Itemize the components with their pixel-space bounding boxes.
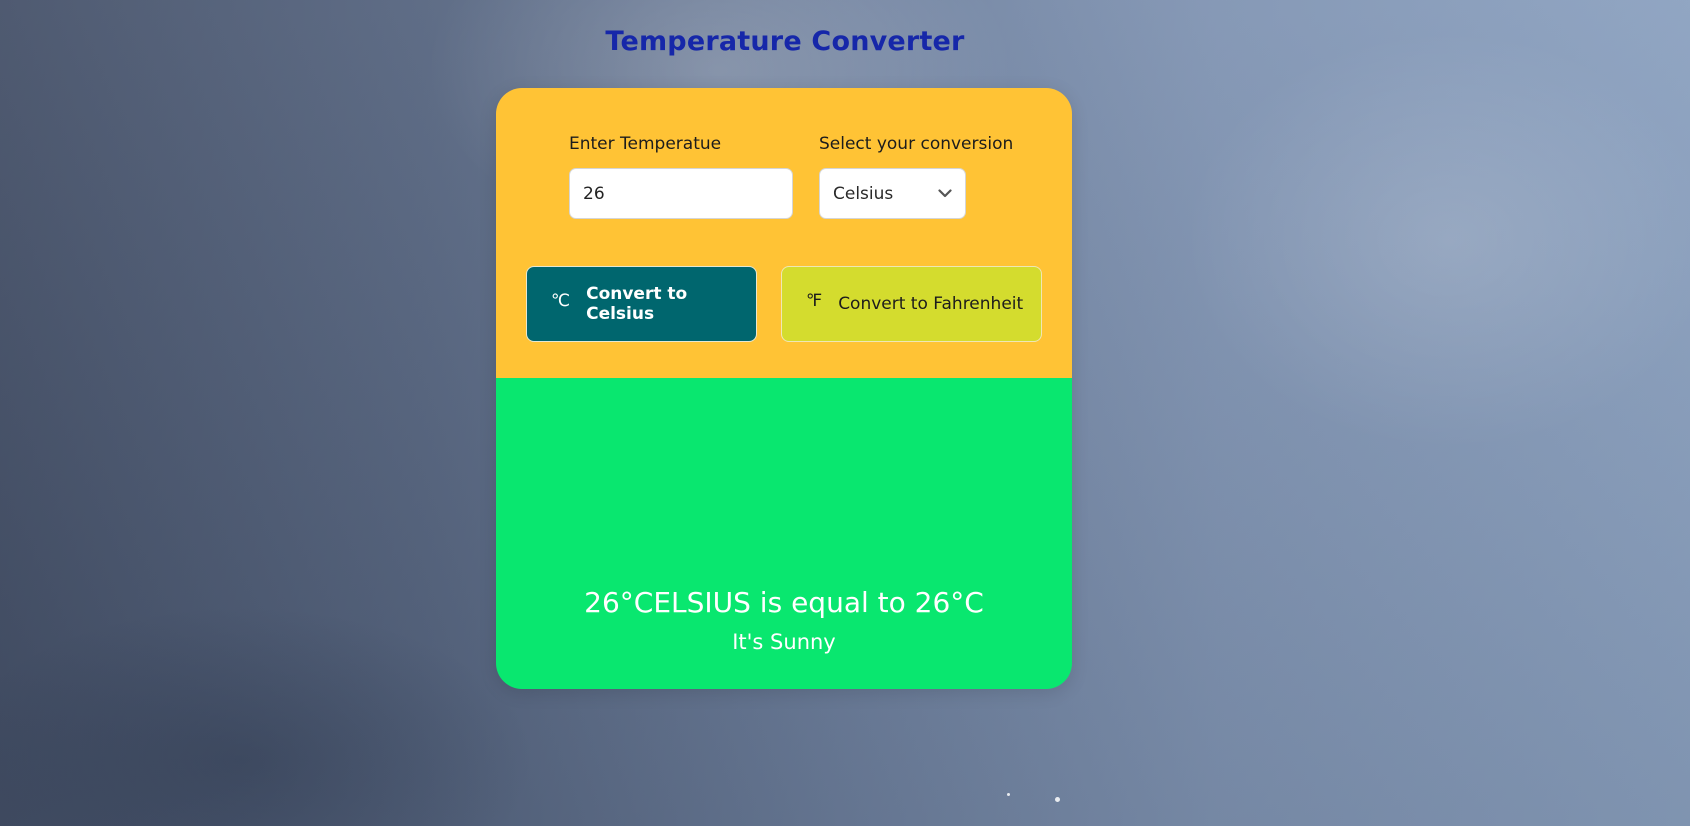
conversion-select-value: Celsius — [833, 183, 894, 204]
result-panel: 26°CELSIUS is equal to 26°C It's Sunny — [496, 378, 1072, 689]
conversion-result-text: 26°CELSIUS is equal to 26°C — [584, 586, 984, 619]
conversion-label: Select your conversion — [819, 134, 1014, 154]
weather-description: It's Sunny — [732, 630, 836, 654]
convert-to-fahrenheit-label: Convert to Fahrenheit — [838, 294, 1024, 314]
background-sparkle — [1007, 793, 1010, 796]
convert-to-celsius-button[interactable]: ℃ Convert to Celsius — [526, 266, 757, 342]
celsius-icon: ℃ — [551, 291, 571, 311]
page-title: Temperature Converter — [605, 26, 965, 57]
converter-form-panel: Enter Temperatue Select your conversion … — [496, 88, 1072, 378]
fahrenheit-icon: ℉ — [806, 291, 823, 311]
converter-card: Enter Temperatue Select your conversion … — [496, 88, 1072, 689]
temperature-label: Enter Temperatue — [569, 134, 722, 154]
convert-to-celsius-label: Convert to Celsius — [586, 284, 688, 324]
chevron-down-icon — [937, 186, 953, 202]
conversion-select[interactable]: Celsius — [819, 168, 966, 219]
background-sparkle — [1055, 797, 1060, 802]
convert-to-fahrenheit-button[interactable]: ℉ Convert to Fahrenheit — [781, 266, 1042, 342]
temperature-input[interactable] — [569, 168, 793, 219]
